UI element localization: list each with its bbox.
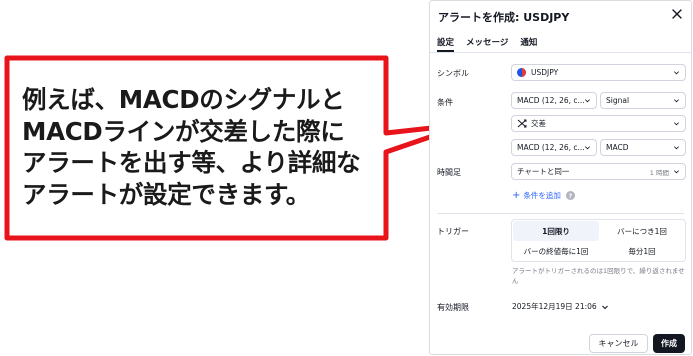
dialog-title: アラートを作成: USDJPY (438, 11, 570, 24)
chevron-down-icon (674, 71, 679, 75)
condition-source2-value: MACD (12, 26, c... (517, 143, 584, 152)
condition-plot1-value: Signal (606, 96, 630, 105)
trigger-label: トリガー (437, 227, 469, 236)
chevron-down-icon (585, 99, 590, 103)
tab-bar: 設定 メッセージ 通知 (437, 36, 537, 52)
section-divider (437, 213, 684, 214)
chevron-down-icon (674, 170, 679, 174)
expiry-value: 2025年12月19日 21:06 (512, 302, 597, 311)
trigger-note: アラートがトリガーされるのは1回限りで、繰り返されません (512, 267, 685, 285)
callout-line: MACDラインが交差した際に (22, 116, 345, 146)
symbol-label: シンボル (437, 69, 469, 78)
trigger-once-per-bar-close-option[interactable]: バーの終値毎に1回 (513, 241, 599, 261)
interval-hint: 1 時間 (649, 168, 669, 177)
callout-line: 例えば、MACDのシグナルと (22, 85, 345, 114)
condition-source1-select[interactable]: MACD (12, 26, c... (511, 92, 597, 109)
condition-plot1-select[interactable]: Signal (600, 92, 686, 109)
usdjpy-flag-icon (517, 68, 526, 77)
condition-plot2-select[interactable]: MACD (600, 139, 686, 156)
trigger-once-option[interactable]: 1回限り (513, 221, 599, 241)
condition-operator-select[interactable]: 交差 (511, 115, 686, 132)
tab-message[interactable]: メッセージ (466, 36, 508, 52)
add-condition-link[interactable]: + 条件を追加 ? (512, 190, 575, 201)
help-icon[interactable]: ? (565, 191, 575, 200)
chevron-down-icon (674, 99, 679, 103)
condition-plot2-value: MACD (606, 143, 629, 152)
trigger-once-per-minute-option[interactable]: 毎分1回 (599, 241, 685, 261)
plus-icon: + (512, 189, 521, 201)
chevron-down-icon (674, 122, 679, 126)
tab-notifications[interactable]: 通知 (520, 36, 537, 52)
callout-line: アラートを出す等、より詳細な (22, 148, 361, 177)
crossing-icon (517, 119, 527, 128)
condition-label: 条件 (437, 98, 453, 107)
interval-select[interactable]: チャートと同一 1 時間 (511, 163, 686, 180)
condition-operator-value: 交差 (531, 119, 546, 128)
close-icon[interactable] (670, 7, 684, 21)
condition-source1-value: MACD (12, 26, c... (517, 96, 584, 105)
expiry-select[interactable]: 2025年12月19日 21:06 (512, 301, 609, 312)
create-button[interactable]: 作成 (653, 334, 685, 353)
symbol-select[interactable]: USDJPY (511, 64, 686, 81)
trigger-once-per-bar-option[interactable]: バーにつき1回 (599, 221, 685, 241)
symbol-value: USDJPY (531, 68, 559, 77)
tab-divider (430, 52, 691, 53)
chevron-down-icon (601, 305, 608, 309)
create-alert-dialog: アラートを作成: USDJPY 設定 メッセージ 通知 シンボル USDJPY … (429, 0, 692, 355)
add-condition-label: 条件を追加 (523, 191, 561, 200)
tab-settings[interactable]: 設定 (437, 36, 455, 52)
interval-value: チャートと同一 (517, 167, 570, 176)
condition-source2-select[interactable]: MACD (12, 26, c... (511, 139, 597, 156)
cancel-button[interactable]: キャンセル (589, 334, 648, 353)
interval-label: 時間足 (437, 168, 461, 177)
trigger-options: 1回限り バーにつき1回 バーの終値毎に1回 毎分1回 (511, 219, 686, 262)
expiry-label: 有効期限 (437, 303, 469, 312)
chevron-down-icon (585, 146, 590, 150)
callout-line: アラートが設定できます。 (22, 179, 310, 209)
callout-text: 例えば、MACDのシグナルと MACDラインが交差した際に アラートを出す等、よ… (22, 84, 382, 210)
chevron-down-icon (674, 146, 679, 150)
